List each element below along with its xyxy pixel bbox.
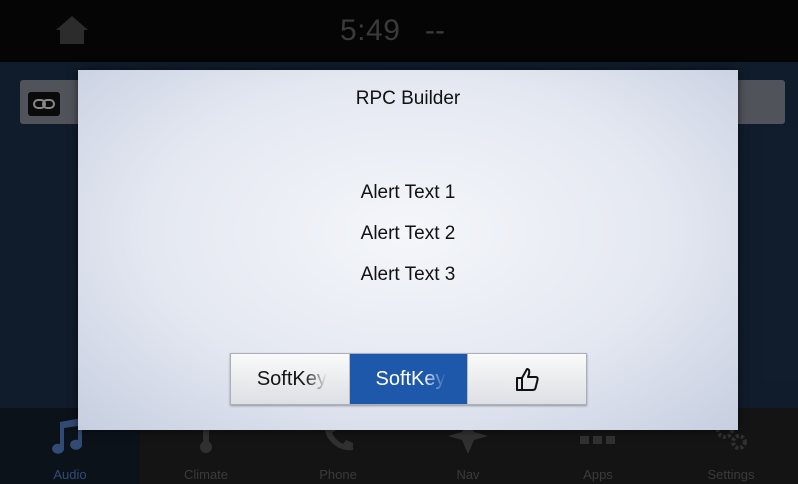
softkey-label-1: SoftKey bbox=[256, 367, 327, 390]
softkey-button-1[interactable]: SoftKey bbox=[231, 354, 350, 404]
softkey-button-thumbs-up[interactable] bbox=[468, 354, 587, 404]
home-icon bbox=[56, 16, 88, 44]
thumbs-up-icon bbox=[516, 368, 539, 391]
softkey-label-2: SoftKey bbox=[375, 367, 446, 390]
alert-text-2: Alert Text 2 bbox=[360, 223, 456, 244]
clock-time: 5:49 bbox=[340, 14, 401, 47]
home-button[interactable] bbox=[52, 12, 92, 48]
alert-text-1: Alert Text 1 bbox=[360, 182, 456, 203]
alert-title: RPC Builder bbox=[355, 88, 461, 109]
status-extra: -- bbox=[425, 14, 445, 47]
alert-dialog: RPC Builder Alert Text 1 Alert Text 2 Al… bbox=[78, 70, 738, 430]
alert-text-3: Alert Text 3 bbox=[360, 264, 456, 285]
status-bar: 5:49 -- bbox=[0, 0, 798, 62]
softkey-button-2[interactable]: SoftKey bbox=[349, 354, 469, 404]
softkey-group: SoftKey SoftKey bbox=[230, 353, 587, 405]
